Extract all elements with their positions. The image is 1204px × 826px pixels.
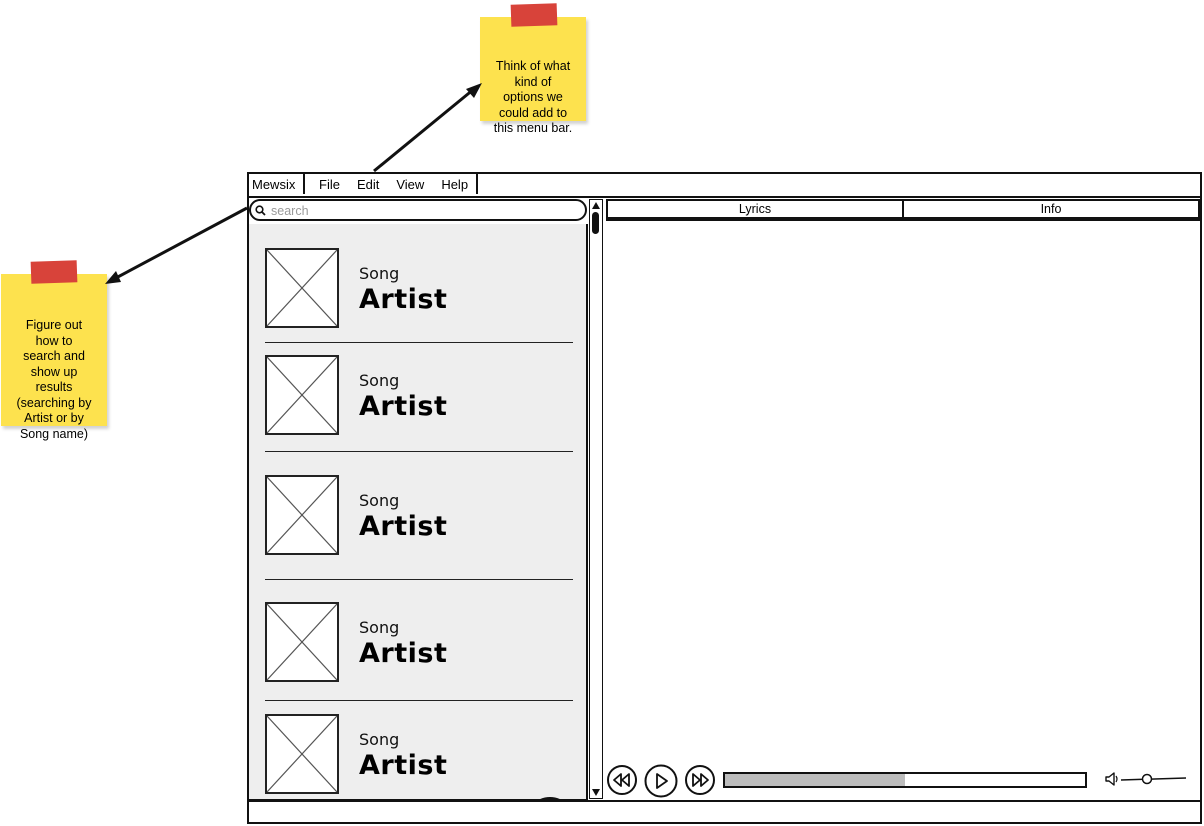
rewind-icon[interactable] <box>606 764 638 796</box>
volume-slider-knob <box>1141 773 1153 785</box>
divider <box>265 451 573 452</box>
song-list-item[interactable]: Song Artist <box>249 710 586 799</box>
search-input[interactable] <box>269 202 573 220</box>
artist-name: Artist <box>359 638 448 669</box>
artist-name: Artist <box>359 391 448 422</box>
fast-forward-icon[interactable] <box>684 764 716 796</box>
song-list-item[interactable]: Song Artist <box>249 598 586 698</box>
tape <box>30 260 78 284</box>
search-icon <box>255 205 266 216</box>
song-list-scrollbar[interactable] <box>589 199 603 799</box>
artist-name: Artist <box>359 511 448 542</box>
play-icon[interactable] <box>644 764 680 798</box>
album-art-placeholder <box>265 475 339 555</box>
divider <box>265 342 573 343</box>
app-name: Mewsix <box>252 177 296 192</box>
song-list-item[interactable]: Song Artist <box>249 244 586 344</box>
song-title: Song <box>359 730 400 749</box>
album-art-placeholder <box>265 714 339 794</box>
sticky-note-text: Think of what kind of options we could a… <box>493 59 573 135</box>
menu-view[interactable]: View <box>396 177 424 192</box>
sticky-note-search: Figure out how to search and show up res… <box>1 260 107 441</box>
menu-bar: Mewsix File Edit View Help <box>249 174 1200 198</box>
scroll-down-icon[interactable] <box>591 788 601 797</box>
volume-control[interactable] <box>1104 770 1188 790</box>
song-title: Song <box>359 371 400 390</box>
progress-fill <box>725 774 905 786</box>
artist-name: Artist <box>359 284 448 315</box>
player-controls <box>606 764 1200 798</box>
tab-info[interactable]: Info <box>904 199 1200 219</box>
artist-name: Artist <box>359 750 448 781</box>
detail-tabs: Lyrics Info <box>606 199 1200 219</box>
app-window: Mewsix File Edit View Help Song Artist <box>247 172 1202 824</box>
divider <box>265 579 573 580</box>
scroll-up-icon[interactable] <box>591 201 601 210</box>
menu-help[interactable]: Help <box>441 177 468 192</box>
tape <box>510 3 558 27</box>
album-art-placeholder <box>265 602 339 682</box>
menu-group: File Edit View Help <box>303 174 478 194</box>
tab-lyrics[interactable]: Lyrics <box>606 199 904 219</box>
song-list-item[interactable]: Song Artist <box>249 471 586 571</box>
speaker-icon <box>1105 772 1118 786</box>
scroll-thumb[interactable] <box>592 212 599 234</box>
album-art-placeholder <box>265 355 339 435</box>
sticky-note-menu-bar: Think of what kind of options we could a… <box>480 3 586 135</box>
sticky-note-text: Figure out how to search and show up res… <box>16 318 92 441</box>
song-list-item[interactable]: Song Artist <box>249 351 586 451</box>
status-bar <box>249 800 1200 822</box>
song-list[interactable]: Song Artist Song Artist Song Artist Song <box>249 224 588 801</box>
tab-panel-border <box>606 219 1200 221</box>
search-bar[interactable] <box>249 199 587 221</box>
song-title: Song <box>359 264 400 283</box>
song-title: Song <box>359 618 400 637</box>
menu-edit[interactable]: Edit <box>357 177 379 192</box>
album-art-placeholder <box>265 248 339 328</box>
playback-progress-bar[interactable] <box>723 772 1087 788</box>
divider <box>265 700 573 701</box>
song-title: Song <box>359 491 400 510</box>
menu-file[interactable]: File <box>319 177 340 192</box>
